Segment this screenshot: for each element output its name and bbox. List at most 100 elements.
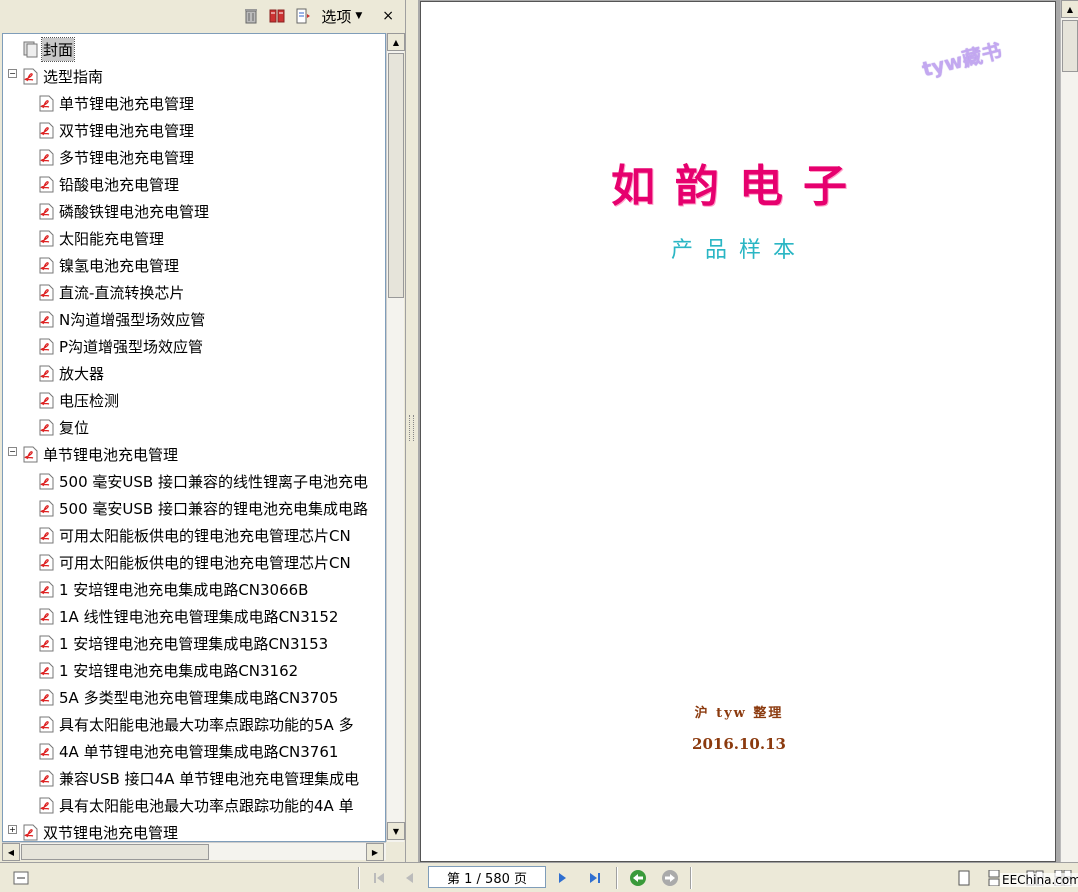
bookmark-label: 双节锂电池充电管理 bbox=[43, 823, 179, 842]
bookmark-item[interactable]: 1 安培锂电池充电集成电路CN3066B bbox=[39, 576, 309, 602]
collapse-toggle[interactable]: − bbox=[8, 69, 17, 78]
bookmark-item[interactable]: 500 毫安USB 接口兼容的锂电池充电集成电路 bbox=[39, 495, 369, 521]
bookmark-item[interactable]: 1 安培锂电池充电管理集成电路CN3153 bbox=[39, 630, 329, 656]
pdf-bookmark-icon bbox=[23, 824, 39, 841]
bookmark-label: 放大器 bbox=[59, 364, 105, 383]
go-forward-button[interactable] bbox=[659, 868, 681, 888]
pdf-bookmark-icon bbox=[39, 149, 55, 166]
next-page-button[interactable] bbox=[552, 868, 574, 888]
bookmark-item[interactable]: 复位 bbox=[39, 414, 90, 440]
scroll-down-button[interactable]: ▼ bbox=[387, 822, 405, 840]
pdf-bookmark-icon bbox=[39, 176, 55, 193]
bookmark-label: 封面 bbox=[40, 36, 76, 62]
document-vertical-scrollbar[interactable]: ▲ bbox=[1060, 0, 1078, 862]
scroll-thumb[interactable] bbox=[21, 844, 209, 860]
close-panel-button[interactable]: × bbox=[382, 8, 394, 24]
bookmark-label: 1 安培锂电池充电管理集成电路CN3153 bbox=[59, 634, 329, 653]
bookmark-item[interactable]: 可用太阳能板供电的锂电池充电管理芯片CN bbox=[39, 549, 352, 575]
pdf-bookmark-icon bbox=[39, 419, 55, 436]
arrow-up-icon: ▲ bbox=[1066, 4, 1074, 14]
bookmark-label: 1 安培锂电池充电集成电路CN3066B bbox=[59, 580, 309, 599]
bookmark-item[interactable]: 具有太阳能电池最大功率点跟踪功能的5A 多 bbox=[39, 711, 355, 737]
pdf-bookmark-icon bbox=[39, 635, 55, 652]
bookmark-item[interactable]: 可用太阳能板供电的锂电池充电管理芯片CN bbox=[39, 522, 352, 548]
scroll-up-button[interactable]: ▲ bbox=[1061, 0, 1078, 18]
previous-page-button[interactable] bbox=[398, 868, 420, 888]
bookmark-item[interactable]: 多节锂电池充电管理 bbox=[39, 144, 195, 170]
bookmark-item[interactable]: 铅酸电池充电管理 bbox=[39, 171, 180, 197]
arrow-up-icon: ▲ bbox=[392, 37, 400, 47]
pdf-bookmark-icon bbox=[39, 203, 55, 220]
bookmark-item[interactable]: 磷酸铁锂电池充电管理 bbox=[39, 198, 210, 224]
bookmark-label: N沟道增强型场效应管 bbox=[59, 310, 206, 329]
bookmark-item[interactable]: N沟道增强型场效应管 bbox=[39, 306, 206, 332]
document-date: 2016.10.13 bbox=[692, 735, 786, 753]
pdf-bookmark-icon bbox=[39, 770, 55, 787]
bookmark-label: 5A 多类型电池充电管理集成电路CN3705 bbox=[59, 688, 339, 707]
single-page-icon bbox=[958, 870, 970, 886]
scroll-thumb[interactable] bbox=[388, 53, 404, 298]
bookmark-item[interactable]: 1A 线性锂电池充电管理集成电路CN3152 bbox=[39, 603, 339, 629]
bookmark-label: 具有太阳能电池最大功率点跟踪功能的5A 多 bbox=[59, 715, 354, 734]
page-number-field[interactable]: 第 1 / 580 页 bbox=[428, 866, 546, 888]
bookmark-cover[interactable]: 封面 bbox=[23, 36, 76, 62]
delete-bookmark-icon[interactable] bbox=[243, 8, 259, 24]
panel-options-button[interactable] bbox=[10, 868, 32, 888]
go-back-button[interactable] bbox=[627, 868, 649, 888]
bookmark-label: 可用太阳能板供电的锂电池充电管理芯片CN bbox=[59, 553, 351, 572]
bookmark-item[interactable]: 500 毫安USB 接口兼容的线性锂离子电池充电 bbox=[39, 468, 369, 494]
collapse-toggle[interactable]: − bbox=[8, 447, 17, 456]
bookmark-label: 1A 线性锂电池充电管理集成电路CN3152 bbox=[59, 607, 339, 626]
bookmark-item[interactable]: 放大器 bbox=[39, 360, 105, 386]
pdf-bookmark-icon bbox=[39, 392, 55, 409]
bookmark-item[interactable]: P沟道增强型场效应管 bbox=[39, 333, 204, 359]
bookmark-item[interactable]: 单节锂电池充电管理 bbox=[39, 90, 195, 116]
bookmark-label: 4A 单节锂电池充电管理集成电路CN3761 bbox=[59, 742, 339, 761]
pdf-bookmark-icon bbox=[39, 230, 55, 247]
options-label: 选项 bbox=[321, 7, 352, 26]
single-page-view-button[interactable] bbox=[953, 868, 975, 888]
scroll-thumb[interactable] bbox=[1062, 20, 1078, 72]
pdf-bookmark-icon bbox=[39, 662, 55, 679]
first-page-button[interactable] bbox=[368, 868, 390, 888]
scroll-right-button[interactable]: ▶ bbox=[366, 843, 384, 861]
bookmark-label: 单节锂电池充电管理 bbox=[43, 445, 179, 464]
bookmark-item[interactable]: 4A 单节锂电池充电管理集成电路CN3761 bbox=[39, 738, 339, 764]
bookmark-label: 兼容USB 接口4A 单节锂电池充电管理集成电 bbox=[59, 769, 360, 788]
options-button[interactable]: 选项 ▼ bbox=[321, 6, 362, 27]
bookmarks-toolbar: 选项 ▼ × bbox=[0, 0, 406, 32]
bookmark-item[interactable]: 5A 多类型电池充电管理集成电路CN3705 bbox=[39, 684, 339, 710]
bookmark-vertical-scrollbar[interactable]: ▲ ▼ bbox=[386, 33, 405, 842]
previous-page-icon bbox=[406, 873, 413, 883]
splitter-grip[interactable] bbox=[409, 415, 414, 441]
document-page: tyw藏书 如韵电子 产品样本 沪 tyw 整理 2016.10.13 bbox=[420, 1, 1056, 862]
expand-bookmarks-icon[interactable] bbox=[269, 8, 285, 24]
panel-splitter[interactable] bbox=[406, 0, 418, 862]
bookmark-dual-cell[interactable]: 双节锂电池充电管理 bbox=[23, 819, 179, 842]
continuous-page-icon bbox=[988, 870, 1000, 886]
bookmark-item[interactable]: 直流-直流转换芯片 bbox=[39, 279, 185, 305]
pdf-bookmark-icon bbox=[39, 500, 55, 517]
bookmark-item[interactable]: 太阳能充电管理 bbox=[39, 225, 165, 251]
bookmark-item[interactable]: 具有太阳能电池最大功率点跟踪功能的4A 单 bbox=[39, 792, 355, 818]
separator bbox=[358, 867, 360, 889]
expand-toggle[interactable]: + bbox=[8, 825, 17, 834]
bookmark-label: 磷酸铁锂电池充电管理 bbox=[59, 202, 210, 221]
bookmark-item[interactable]: 兼容USB 接口4A 单节锂电池充电管理集成电 bbox=[39, 765, 360, 791]
bookmark-item[interactable]: 双节锂电池充电管理 bbox=[39, 117, 195, 143]
bookmark-guide[interactable]: 选型指南 bbox=[23, 63, 104, 89]
bookmark-label: 500 毫安USB 接口兼容的锂电池充电集成电路 bbox=[59, 499, 368, 518]
bookmark-item[interactable]: 镍氢电池充电管理 bbox=[39, 252, 180, 278]
bookmark-single-cell[interactable]: 单节锂电池充电管理 bbox=[23, 441, 179, 467]
bookmark-label: 电压检测 bbox=[59, 391, 120, 410]
pdf-bookmark-icon bbox=[39, 257, 55, 274]
bookmark-label: 多节锂电池充电管理 bbox=[59, 148, 195, 167]
scroll-up-button[interactable]: ▲ bbox=[387, 33, 405, 51]
scroll-left-button[interactable]: ◀ bbox=[2, 843, 20, 861]
last-page-button[interactable] bbox=[584, 868, 606, 888]
bookmark-item[interactable]: 1 安培锂电池充电集成电路CN3162 bbox=[39, 657, 299, 683]
new-bookmark-icon[interactable] bbox=[295, 8, 311, 24]
bookmark-item[interactable]: 电压检测 bbox=[39, 387, 120, 413]
pdf-bookmark-icon bbox=[39, 284, 55, 301]
bookmark-horizontal-scrollbar[interactable]: ◀ ▶ bbox=[2, 842, 386, 861]
